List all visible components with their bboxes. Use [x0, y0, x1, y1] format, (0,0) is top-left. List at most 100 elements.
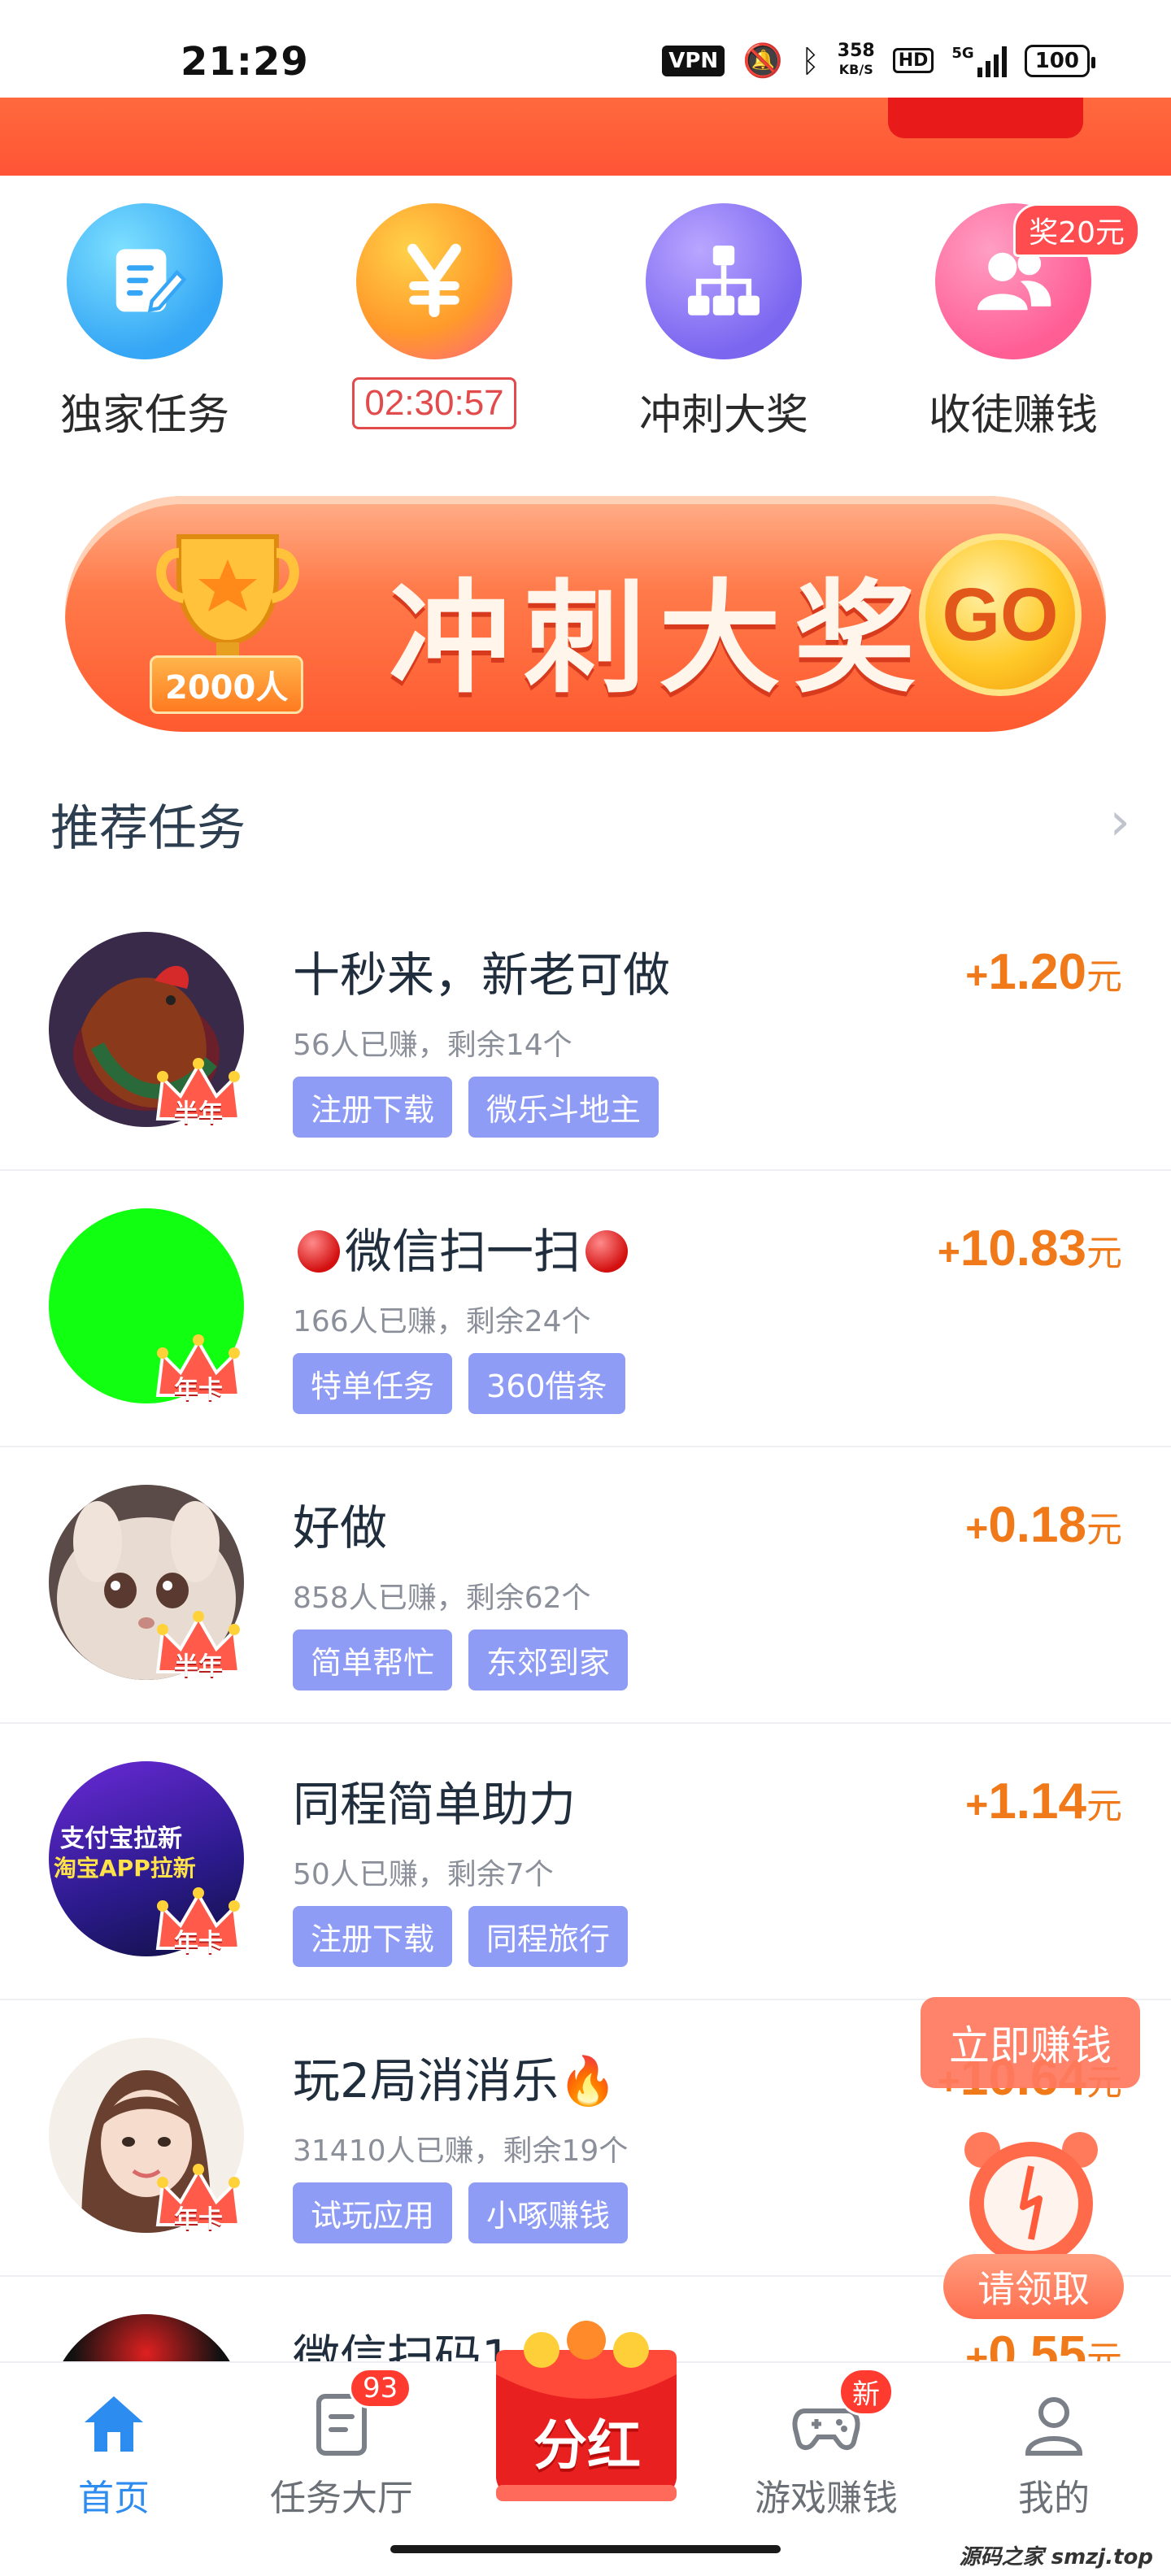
gamepad-icon: 新	[790, 2368, 894, 2461]
task-stats: 50人已赚，剩余7个	[293, 1858, 554, 1891]
nav-dividend-label: 分红	[533, 2414, 641, 2477]
member-crown-badge: 半年	[153, 1054, 244, 1128]
reward-amount: 1.20	[988, 944, 1086, 1000]
alarm-clock-icon[interactable]	[950, 2126, 1112, 2272]
claim-button[interactable]: 请领取	[943, 2254, 1124, 2319]
reward-unit: 元	[1086, 957, 1122, 997]
task-reward: +0.18元	[965, 1496, 1122, 1554]
reward-amount: 0.18	[988, 1497, 1086, 1553]
system-nav-bar: 源码之家 smzj.top	[0, 2524, 1171, 2576]
quick-entry-exclusive-tasks[interactable]: 独家任务	[0, 203, 289, 463]
flowchart-icon	[646, 203, 802, 359]
task-tags: 特单任务 360借条	[293, 1353, 625, 1414]
quick-entry-sprint-prize[interactable]: 冲刺大奖	[579, 203, 868, 463]
reward-amount: 1.14	[988, 1773, 1086, 1830]
nav-home[interactable]: 首页	[24, 2387, 203, 2521]
task-tags: 注册下载 同程旅行	[293, 1906, 629, 1967]
status-icons: VPN 🔕 ᛒ 358 KB/S HD 5G 100	[662, 41, 1096, 80]
task-reward: +1.20元	[965, 943, 1122, 1001]
reward-sign: +	[965, 1508, 989, 1551]
task-title: 十秒来，新老可做	[293, 947, 671, 1003]
reward-unit: 元	[1086, 1234, 1122, 1273]
vpn-icon: VPN	[662, 45, 725, 76]
speed-unit: KB/S	[838, 62, 873, 77]
reward-unit: 元	[1086, 1786, 1122, 1826]
task-tag: 试玩应用	[293, 2182, 453, 2243]
task-tag: 同程旅行	[468, 1906, 629, 1967]
task-row[interactable]: 支付宝拉新 淘宝APP拉新 年卡 同程简单助力 50人已赚，剩余7个 注册下载 …	[0, 1724, 1171, 2000]
countdown-timer: 02:30:57	[352, 377, 516, 429]
task-tag: 东郊到家	[468, 1630, 629, 1690]
yen-coin-icon	[356, 203, 512, 359]
nav-task-hall[interactable]: 93 任务大厅	[252, 2368, 431, 2521]
member-crown-label: 年卡	[174, 1929, 223, 1957]
speed-value: 358	[837, 41, 875, 61]
signal-icon: 5G	[951, 44, 1007, 77]
task-list-icon: 93	[305, 2368, 412, 2461]
task-title: 同程简单助力	[293, 1777, 577, 1832]
task-title: 微信扫一扫	[293, 1213, 633, 1281]
section-title: 推荐任务	[50, 800, 246, 857]
avatar-poster-line: 淘宝APP拉新	[54, 1855, 196, 1882]
bluetooth-icon: ᛒ	[800, 42, 820, 79]
nav-game-earn[interactable]: 新 游戏赚钱	[737, 2368, 916, 2521]
reward-unit: 元	[1086, 1510, 1122, 1550]
task-reward: +10.83元	[938, 1220, 1122, 1277]
task-tag: 小啄赚钱	[468, 2182, 629, 2243]
quick-entry-label: 冲刺大奖	[638, 391, 808, 440]
task-stats: 166人已赚，剩余24个	[293, 1305, 591, 1338]
task-stats: 858人已赚，剩余62个	[293, 1582, 591, 1615]
task-row[interactable]: 半年 十秒来，新老可做 56人已赚，剩余14个 注册下载 微乐斗地主 +1.20…	[0, 894, 1171, 1171]
status-bar: 21:29 VPN 🔕 ᛒ 358 KB/S HD 5G 100	[0, 0, 1171, 98]
sprint-prize-banner[interactable]: 2000人 冲刺大奖 GO	[65, 496, 1106, 732]
status-time: 21:29	[181, 39, 309, 85]
recommended-tasks-header[interactable]: 推荐任务 ›	[0, 781, 1171, 862]
task-stats: 31410人已赚，剩余19个	[293, 2134, 629, 2168]
reward-sign: +	[965, 1784, 989, 1827]
red-circle-icon	[298, 1230, 340, 1273]
avatar-poster-line: 支付宝拉新	[60, 1825, 182, 1853]
trophy-count-badge: 2000人	[150, 655, 304, 714]
earn-now-button[interactable]: 立即赚钱	[921, 1997, 1140, 2088]
top-banner-button[interactable]	[888, 98, 1083, 138]
task-tag: 360借条	[468, 1353, 625, 1414]
member-crown-label: 半年	[174, 1099, 223, 1128]
member-crown-label: 半年	[174, 1652, 223, 1681]
quick-entry-label: 独家任务	[59, 391, 229, 440]
watermark: 源码之家 smzj.top	[954, 2540, 1158, 2570]
task-row[interactable]: 年卡 微信扫一扫 166人已赚，剩余24个 特单任务 360借条 +10.83元	[0, 1171, 1171, 1447]
task-tag: 注册下载	[293, 1906, 453, 1967]
nav-badge: 新	[838, 2368, 894, 2416]
nav-badge: 93	[349, 2368, 412, 2408]
nav-profile[interactable]: 我的	[964, 2387, 1143, 2521]
member-crown-label: 年卡	[174, 1376, 223, 1404]
task-row[interactable]: 半年 好做 858人已赚，剩余62个 简单帮忙 东郊到家 +0.18元	[0, 1447, 1171, 1724]
quick-entry-label: 收徒赚钱	[928, 391, 1098, 440]
top-banner[interactable]	[0, 98, 1171, 176]
task-tags: 注册下载 微乐斗地主	[293, 1077, 660, 1138]
task-stats: 56人已赚，剩余14个	[293, 1029, 572, 1062]
quick-entry-yen-timer[interactable]: 02:30:57	[289, 203, 579, 463]
quick-entry-row: 独家任务 02:30:57 冲刺大奖 收徒赚钱 奖20元	[0, 203, 1171, 463]
task-tag: 注册下载	[293, 1077, 453, 1138]
home-icon	[77, 2387, 150, 2461]
task-title-text: 微信扫一扫	[345, 1224, 581, 1279]
user-icon	[1017, 2387, 1090, 2461]
reward-sign: +	[937, 1231, 960, 1274]
reward-amount: 10.83	[960, 1221, 1086, 1277]
chevron-right-icon[interactable]: ›	[1109, 792, 1130, 852]
quick-entry-recruit[interactable]: 收徒赚钱 奖20元	[868, 203, 1158, 463]
go-button[interactable]: GO	[919, 533, 1082, 696]
red-circle-icon	[586, 1230, 629, 1273]
member-crown-badge: 年卡	[153, 2160, 244, 2234]
network-type: 5G	[951, 44, 974, 62]
reward-sign: +	[965, 955, 989, 998]
home-indicator[interactable]	[390, 2545, 781, 2553]
nav-dividend-button[interactable]: 分红	[485, 2317, 688, 2513]
task-title: 玩2局消消乐🔥	[293, 2053, 618, 2108]
task-tags: 试玩应用 小啄赚钱	[293, 2182, 629, 2243]
bell-muted-icon: 🔕	[742, 41, 783, 80]
task-reward: +1.14元	[965, 1773, 1122, 1830]
edit-document-icon	[67, 203, 223, 359]
promo-title: 冲刺大奖	[389, 568, 929, 710]
